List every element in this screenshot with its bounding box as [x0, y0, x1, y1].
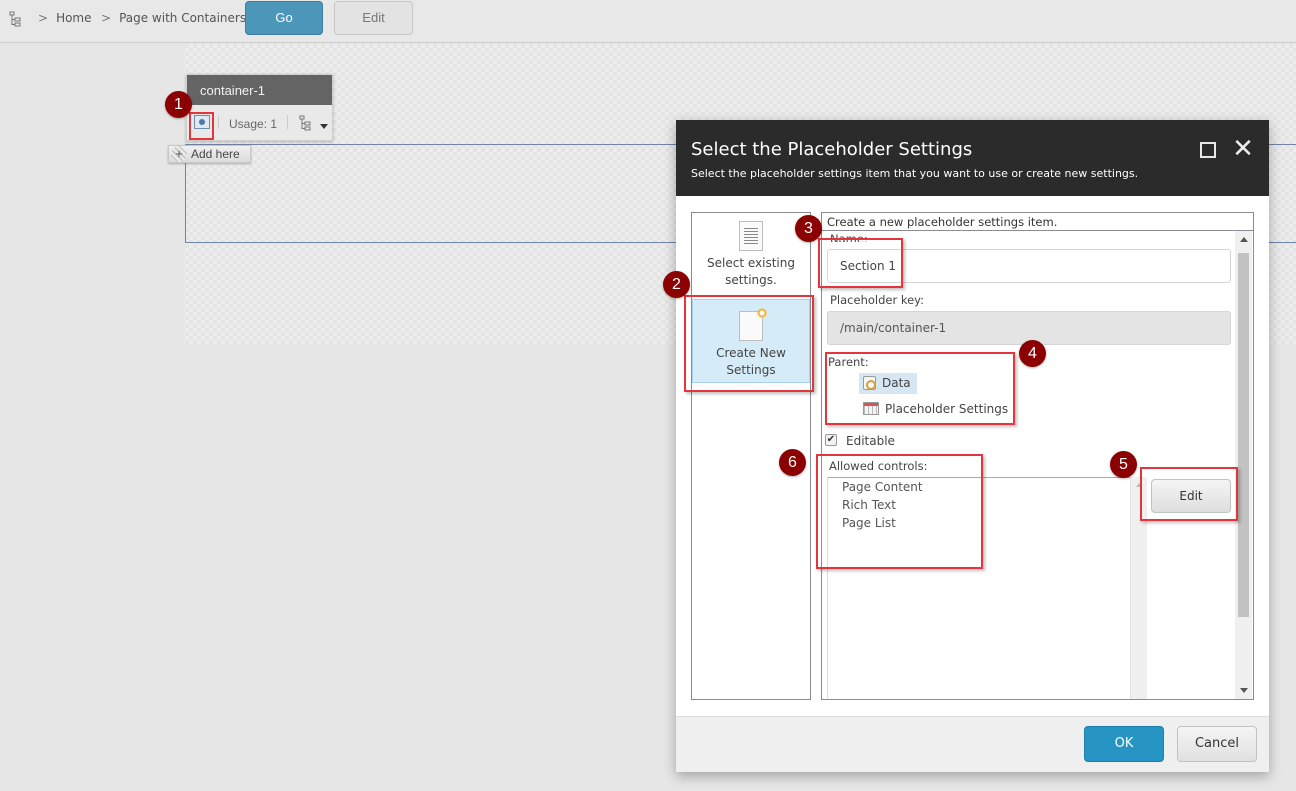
scroll-up-icon[interactable] — [1240, 237, 1248, 242]
add-here-label: Add here — [191, 147, 240, 161]
highlight-box-3 — [818, 238, 903, 288]
form-scrollbar[interactable] — [1235, 231, 1252, 699]
usage-label: Usage: 1 — [229, 117, 278, 131]
toolbar-divider — [218, 115, 219, 129]
form-heading: Create a new placeholder settings item. — [827, 215, 1058, 229]
highlight-box-5 — [1140, 467, 1238, 521]
dialog-title: Select the Placeholder Settings — [691, 139, 973, 160]
divider — [822, 230, 1253, 231]
dialog-header: Select the Placeholder Settings Select t… — [676, 120, 1269, 196]
option-select-existing[interactable]: Select existing settings. — [692, 221, 810, 303]
annotation-marker-3: 3 — [795, 215, 822, 242]
annotation-marker-6: 6 — [779, 449, 806, 476]
ok-button[interactable]: OK — [1084, 726, 1164, 762]
scrollbar-thumb[interactable] — [1238, 253, 1249, 617]
annotation-marker-1: 1 — [165, 91, 192, 118]
highlight-box-4 — [825, 352, 1015, 425]
annotation-marker-4: 4 — [1019, 340, 1046, 367]
cancel-button[interactable]: Cancel — [1177, 726, 1257, 762]
plus-icon: + — [171, 146, 187, 162]
edit-button[interactable]: Edit — [334, 1, 413, 35]
placeholder-key-label: Placeholder key: — [830, 293, 925, 307]
close-icon[interactable]: ✕ — [1232, 136, 1254, 162]
editable-checkbox[interactable]: ✔ — [825, 434, 837, 446]
annotation-marker-5: 5 — [1110, 451, 1137, 478]
breadcrumb-label: Page with Containers — [119, 11, 247, 25]
highlight-box-1 — [189, 112, 214, 140]
scroll-down-icon[interactable] — [1240, 688, 1248, 693]
breadcrumb-page-with-containers[interactable]: > Page with Containers — [101, 11, 246, 25]
caret-down-icon[interactable] — [320, 124, 328, 129]
annotation-marker-2: 2 — [663, 271, 690, 298]
chevron-right-icon: > — [101, 11, 112, 25]
chevron-right-icon: > — [38, 11, 49, 25]
tree-icon[interactable] — [299, 115, 311, 131]
content-tree-icon[interactable] — [9, 11, 21, 27]
breadcrumb-home[interactable]: > Home — [38, 11, 92, 25]
placeholder-settings-dialog: Select the Placeholder Settings Select t… — [676, 120, 1269, 772]
highlight-box-6 — [816, 454, 983, 569]
highlight-box-2 — [684, 295, 814, 392]
maximize-icon[interactable] — [1200, 142, 1216, 158]
go-button[interactable]: Go — [245, 1, 323, 35]
document-icon — [739, 221, 763, 251]
add-here-button[interactable]: + Add here — [168, 145, 251, 163]
top-toolbar: > Home > Page with Containers Go Edit — [0, 0, 1296, 43]
breadcrumb-label: Home — [56, 11, 92, 25]
option-label: settings. — [725, 273, 777, 287]
container-title: container-1 — [187, 75, 332, 105]
toolbar-divider — [287, 115, 288, 129]
dialog-footer: OK Cancel — [676, 716, 1269, 772]
editable-label: Editable — [846, 434, 895, 448]
dialog-subtitle: Select the placeholder settings item tha… — [691, 167, 1139, 180]
option-label: Select existing — [707, 256, 795, 270]
